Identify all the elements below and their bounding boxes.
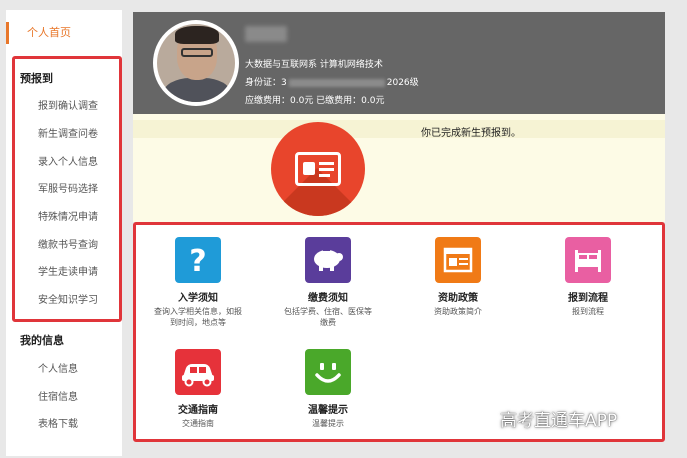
sidebar-item-registration-survey[interactable]: 报到确认调查 bbox=[38, 97, 98, 112]
sidebar-item-freshman-questionnaire[interactable]: 新生调查问卷 bbox=[38, 125, 98, 140]
sidebar-item-commuting-request[interactable]: 学生走读申请 bbox=[38, 263, 98, 278]
sidebar-item-safety-learning[interactable]: 安全知识学习 bbox=[38, 291, 98, 306]
completion-message: 你已完成新生预报到。 bbox=[421, 128, 521, 139]
blurred-student-name bbox=[245, 26, 287, 42]
tile-friendly-tips[interactable]: 温馨提示 温馨提示 bbox=[278, 349, 378, 429]
my-info-title: 我的信息 bbox=[20, 334, 64, 347]
sidebar-item-uniform-size[interactable]: 军服号码选择 bbox=[38, 180, 98, 195]
question-icon: ? bbox=[175, 237, 221, 283]
grade: 2026级 bbox=[386, 78, 419, 88]
sidebar-item-home[interactable]: 个人首页 bbox=[6, 22, 122, 44]
tile-desc: 包括学费、住宿、医保等缴费 bbox=[284, 307, 372, 327]
watermark: 高考直通车APP bbox=[500, 411, 618, 431]
tile-desc: 交通指南 bbox=[182, 419, 214, 428]
bed-icon bbox=[565, 237, 611, 283]
svg-text:?: ? bbox=[189, 244, 206, 279]
tile-title: 温馨提示 bbox=[308, 405, 348, 416]
tile-desc: 查询入学相关信息，如报到时间，地点等 bbox=[154, 307, 242, 327]
tile-desc: 温馨提示 bbox=[312, 419, 344, 428]
tile-payment-notice[interactable]: 缴费须知 包括学费、住宿、医保等缴费 bbox=[278, 237, 378, 328]
tile-title: 缴费须知 bbox=[308, 293, 348, 304]
tile-registration-process[interactable]: 报到流程 报到流程 bbox=[538, 237, 638, 317]
sidebar-item-form-download[interactable]: 表格下载 bbox=[38, 415, 78, 430]
tile-title: 资助政策 bbox=[438, 293, 478, 304]
tile-financial-aid[interactable]: 资助政策 资助政策简介 bbox=[408, 237, 508, 317]
smiley-icon bbox=[305, 349, 351, 395]
id-prefix: 3 bbox=[281, 78, 287, 88]
avatar bbox=[157, 24, 235, 102]
tile-desc: 报到流程 bbox=[572, 307, 604, 316]
sidebar-item-personal-info[interactable]: 个人信息 bbox=[38, 360, 78, 375]
sidebar: 个人首页 预报到 报到确认调查 新生调查问卷 录入个人信息 军服号码选择 特殊情… bbox=[6, 10, 122, 456]
tile-admission-notice[interactable]: ? 入学须知 查询入学相关信息，如报到时间，地点等 bbox=[148, 237, 248, 328]
tile-desc: 资助政策简介 bbox=[434, 307, 482, 316]
id-label: 身份证： bbox=[245, 78, 282, 88]
sidebar-item-enter-personal-info[interactable]: 录入个人信息 bbox=[38, 153, 98, 168]
status-banner: 你已完成新生预报到。 bbox=[133, 114, 665, 222]
fees-line: 应缴费用：0.0元 已缴费用：0.0元 bbox=[245, 96, 385, 106]
department-major: 大数据与互联网系 计算机网络技术 bbox=[245, 60, 383, 70]
tile-transport-guide[interactable]: 交通指南 交通指南 bbox=[148, 349, 248, 429]
piggy-bank-icon bbox=[305, 237, 351, 283]
pre-register-title: 预报到 bbox=[20, 72, 53, 85]
id-line: 身份证：3 2026级 bbox=[245, 75, 419, 88]
tile-title: 入学须知 bbox=[178, 293, 218, 304]
sidebar-item-special-request[interactable]: 特殊情况申请 bbox=[38, 208, 98, 223]
document-icon bbox=[435, 237, 481, 283]
sidebar-item-accommodation[interactable]: 住宿信息 bbox=[38, 388, 78, 403]
tile-title: 报到流程 bbox=[568, 293, 608, 304]
id-card-icon bbox=[271, 122, 365, 216]
tile-title: 交通指南 bbox=[178, 405, 218, 416]
car-icon bbox=[175, 349, 221, 395]
sidebar-item-payment-slip-query[interactable]: 缴款书号查询 bbox=[38, 236, 98, 251]
profile-header: 大数据与互联网系 计算机网络技术 身份证：3 2026级 应缴费用：0.0元 已缴… bbox=[133, 12, 665, 114]
blurred-id-number bbox=[288, 78, 385, 87]
